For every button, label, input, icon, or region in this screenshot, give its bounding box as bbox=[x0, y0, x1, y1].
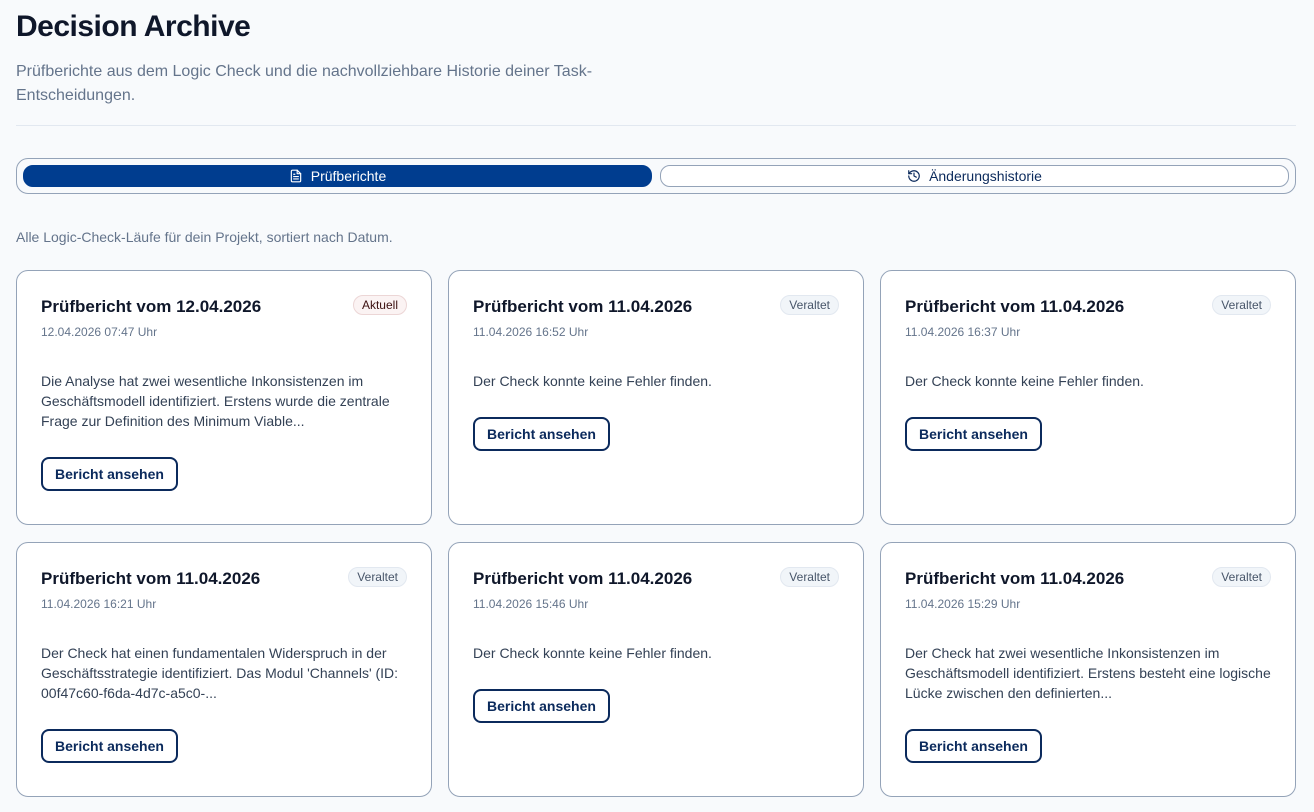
report-summary: Die Analyse hat zwei wesentliche Inkonsi… bbox=[41, 373, 390, 429]
document-icon bbox=[289, 169, 303, 183]
page-header: Decision Archive Prüfberichte aus dem Lo… bbox=[16, 8, 1296, 108]
report-title: Prüfbericht vom 11.04.2026 bbox=[905, 569, 1125, 588]
status-badge: Veraltet bbox=[1212, 567, 1271, 587]
view-report-button[interactable]: Bericht ansehen bbox=[473, 417, 610, 451]
status-badge: Veraltet bbox=[348, 567, 407, 587]
tab-bar: Prüfberichte Änderungshistorie bbox=[16, 158, 1296, 194]
report-timestamp: 11.04.2026 16:21 Uhr bbox=[41, 597, 157, 611]
report-card: Prüfbericht vom 11.04.2026 Veraltet 11.0… bbox=[880, 542, 1296, 797]
report-title: Prüfbericht vom 11.04.2026 bbox=[905, 297, 1125, 316]
header-divider bbox=[16, 125, 1296, 126]
tab-label: Prüfberichte bbox=[310, 168, 387, 184]
page-title: Decision Archive bbox=[16, 10, 251, 43]
report-title: Prüfbericht vom 12.04.2026 bbox=[41, 297, 262, 316]
view-report-button[interactable]: Bericht ansehen bbox=[41, 729, 178, 763]
report-timestamp: 12.04.2026 07:47 Uhr bbox=[41, 325, 158, 339]
status-badge: Aktuell bbox=[352, 295, 407, 315]
view-report-button[interactable]: Bericht ansehen bbox=[41, 457, 178, 491]
history-icon bbox=[907, 169, 921, 183]
report-card: Prüfbericht vom 11.04.2026 Veraltet 11.0… bbox=[448, 270, 864, 525]
tab-aenderungshistorie[interactable]: Änderungshistorie bbox=[660, 165, 1289, 187]
report-card: Prüfbericht vom 12.04.2026 Aktuell 12.04… bbox=[16, 270, 432, 525]
report-grid: Prüfbericht vom 12.04.2026 Aktuell 12.04… bbox=[16, 270, 1296, 797]
report-summary: Der Check hat einen fundamentalen Widers… bbox=[41, 645, 399, 701]
report-timestamp: 11.04.2026 15:29 Uhr bbox=[905, 597, 1021, 611]
status-badge: Veraltet bbox=[1212, 295, 1271, 315]
view-report-button[interactable]: Bericht ansehen bbox=[905, 729, 1042, 763]
report-card: Prüfbericht vom 11.04.2026 Veraltet 11.0… bbox=[16, 542, 432, 797]
list-caption: Alle Logic-Check-Läufe für dein Projekt,… bbox=[16, 229, 393, 245]
report-title: Prüfbericht vom 11.04.2026 bbox=[473, 569, 693, 588]
report-summary: Der Check konnte keine Fehler finden. bbox=[905, 373, 1144, 389]
status-badge: Veraltet bbox=[780, 567, 839, 587]
status-badge: Veraltet bbox=[780, 295, 839, 315]
view-report-button[interactable]: Bericht ansehen bbox=[905, 417, 1042, 451]
page-subtitle: Prüfberichte aus dem Logic Check und die… bbox=[16, 63, 593, 104]
report-summary: Der Check hat zwei wesentliche Inkonsist… bbox=[905, 645, 1271, 701]
report-title: Prüfbericht vom 11.04.2026 bbox=[41, 569, 261, 588]
report-timestamp: 11.04.2026 16:37 Uhr bbox=[905, 325, 1021, 339]
tab-pruefberichte[interactable]: Prüfberichte bbox=[23, 165, 652, 187]
report-summary: Der Check konnte keine Fehler finden. bbox=[473, 645, 712, 661]
report-title: Prüfbericht vom 11.04.2026 bbox=[473, 297, 693, 316]
view-report-button[interactable]: Bericht ansehen bbox=[473, 689, 610, 723]
report-summary: Der Check konnte keine Fehler finden. bbox=[473, 373, 712, 389]
tab-label: Änderungshistorie bbox=[929, 168, 1042, 184]
report-timestamp: 11.04.2026 15:46 Uhr bbox=[473, 597, 589, 611]
report-card: Prüfbericht vom 11.04.2026 Veraltet 11.0… bbox=[880, 270, 1296, 525]
report-timestamp: 11.04.2026 16:52 Uhr bbox=[473, 325, 589, 339]
report-card: Prüfbericht vom 11.04.2026 Veraltet 11.0… bbox=[448, 542, 864, 797]
